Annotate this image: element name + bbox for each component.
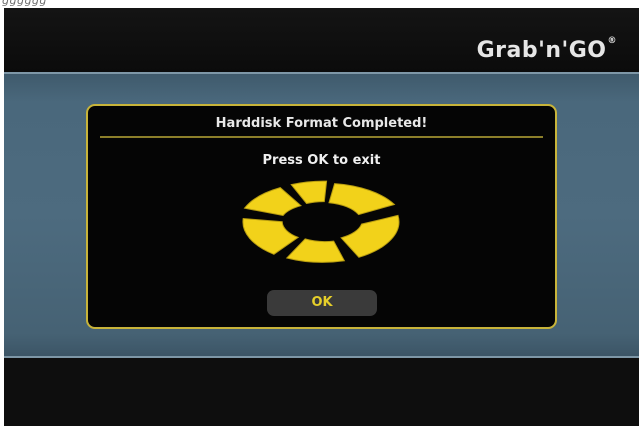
tv-frame: Grab'n'GO® Harddisk Format Completed! Pr…: [4, 8, 639, 426]
registered-mark: ®: [607, 36, 617, 46]
header-bar: Grab'n'GO®: [4, 8, 639, 72]
spinner-segment: [243, 187, 303, 217]
ok-button[interactable]: OK: [267, 290, 377, 316]
progress-spinner-icon: [242, 180, 400, 263]
cropped-caption: gggggg: [2, 0, 47, 7]
dialog-title-bar: Harddisk Format Completed!: [100, 112, 543, 138]
format-complete-dialog: Harddisk Format Completed! Press OK to e…: [86, 104, 557, 329]
brand-logo: Grab'n'GO®: [476, 36, 617, 63]
spinner-segment: [285, 238, 346, 263]
dialog-title: Harddisk Format Completed!: [215, 116, 428, 131]
spinner-segment: [328, 183, 396, 216]
tv-screen: gggggg Grab'n'GO® Harddisk Format Comple…: [0, 0, 643, 426]
dialog-message: Press OK to exit: [262, 153, 381, 168]
brand-name: Grab'n'GO: [476, 38, 607, 63]
top-crop-strip: gggggg: [0, 0, 643, 8]
spinner-segment: [242, 217, 300, 255]
footer-bar: [4, 358, 639, 426]
spinner-segment: [340, 214, 400, 258]
spinner-segment: [290, 180, 328, 205]
